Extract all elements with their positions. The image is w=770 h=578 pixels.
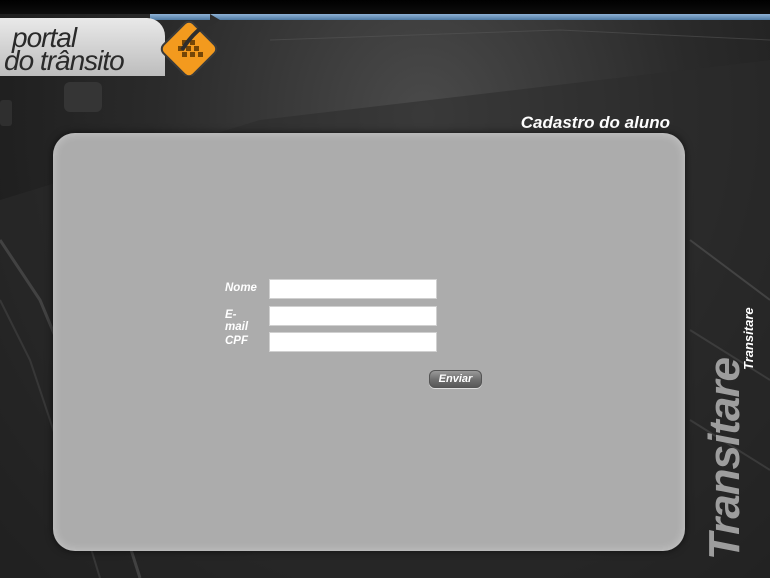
- road-sign-icon: [160, 14, 220, 76]
- top-bar: [0, 0, 770, 14]
- name-label: Nome: [225, 282, 257, 294]
- email-label: E-mail: [225, 309, 249, 333]
- top-accent-line: [150, 14, 770, 20]
- send-button[interactable]: Enviar: [429, 370, 482, 388]
- portal-logo[interactable]: portal do trânsito: [0, 14, 240, 76]
- name-input[interactable]: [269, 279, 437, 299]
- form-panel: Nome E-mail CPF Enviar: [53, 133, 685, 551]
- cpf-label: CPF: [225, 335, 248, 347]
- brand-vertical-large: Transitare: [700, 358, 749, 560]
- logo-text-line2: do trânsito: [4, 45, 125, 76]
- cpf-input[interactable]: [269, 332, 437, 352]
- email-input[interactable]: [269, 306, 437, 326]
- brand-vertical-small: Transitare: [741, 307, 756, 370]
- page-title: Cadastro do aluno: [520, 113, 670, 132]
